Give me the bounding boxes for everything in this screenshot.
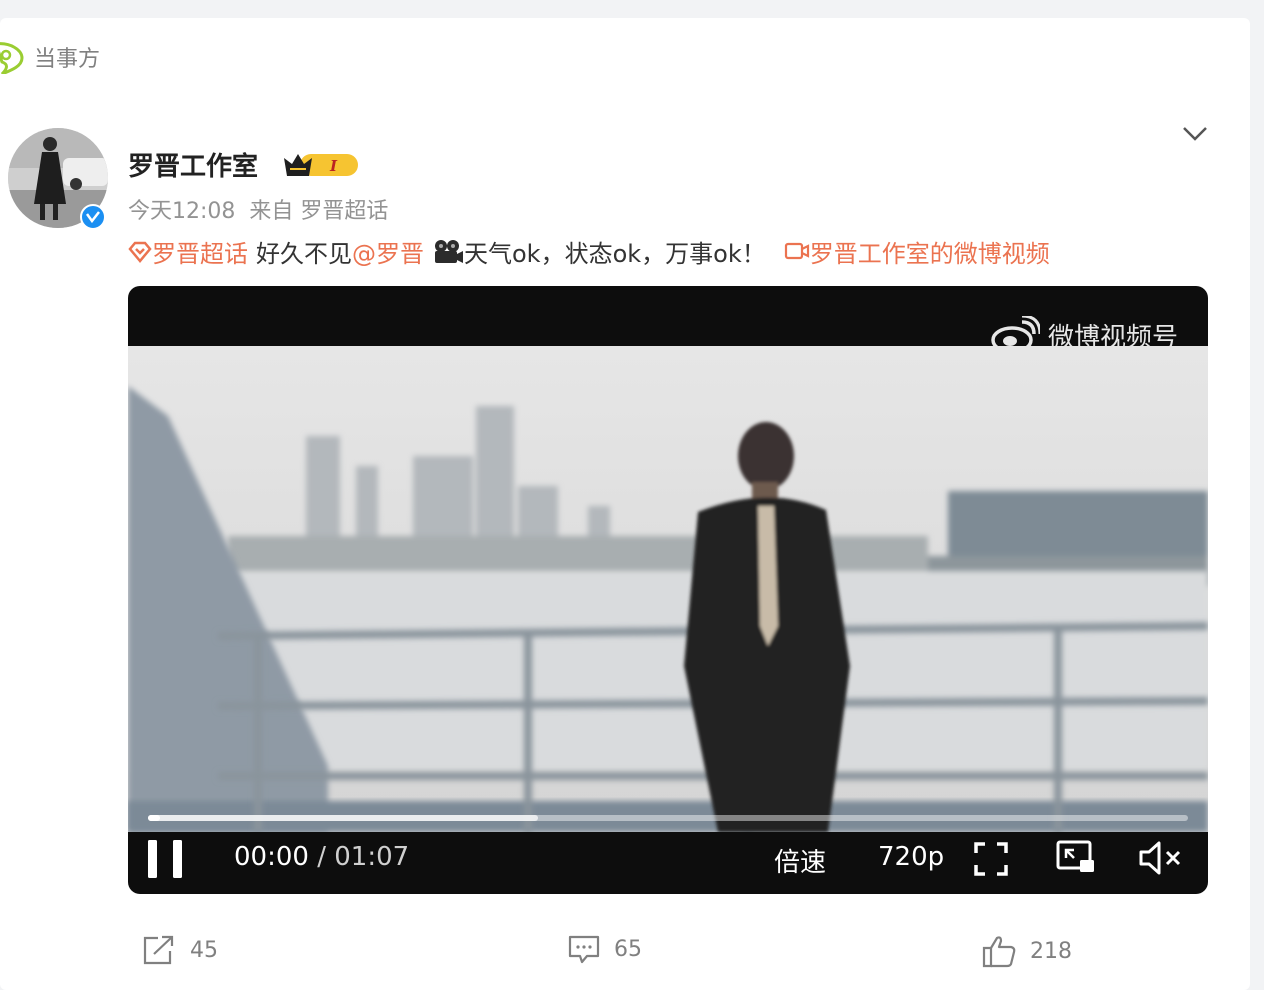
topic-tag-icon	[0, 42, 24, 74]
author-name[interactable]: 罗晋工作室	[128, 146, 258, 183]
duration: 01:07	[334, 842, 410, 872]
pause-icon[interactable]	[148, 840, 184, 878]
progress-bar[interactable]	[148, 815, 1188, 821]
like-count: 218	[1030, 938, 1072, 964]
watermark: 微博视频号	[990, 316, 1178, 354]
quality-button[interactable]: 720p	[878, 842, 944, 872]
post-text-2: 天气ok，状态ok，万事ok！	[464, 240, 766, 268]
crown-icon: I	[284, 154, 358, 176]
forward-button[interactable]: 45	[142, 934, 218, 966]
comment-count: 65	[614, 936, 642, 962]
mute-icon[interactable]	[1138, 840, 1182, 876]
forward-count: 45	[190, 937, 218, 963]
share-icon	[143, 935, 174, 965]
tag-label: 当事方	[34, 47, 101, 72]
speed-button[interactable]: 倍速	[774, 842, 826, 879]
mention-link[interactable]: @罗晋	[352, 234, 424, 269]
post-time[interactable]: 今天12:08	[128, 193, 235, 225]
progress-played	[148, 815, 160, 821]
video-link[interactable]: 罗晋工作室的微博视频	[810, 234, 1050, 269]
video-player[interactable]: 微博视频号 00:00 / 01:07 倍速 720p	[128, 286, 1208, 894]
vip-badge[interactable]: I	[282, 150, 360, 184]
super-topic-icon	[128, 241, 152, 263]
post-content: 罗晋超话 好久不见 @罗晋 天气ok，状态ok，万事ok！ 罗晋工作室的微博视频	[128, 234, 1050, 269]
weibo-logo-icon	[991, 316, 1040, 354]
fullscreen-icon[interactable]	[974, 842, 1008, 876]
chevron-down-icon[interactable]	[1180, 122, 1210, 146]
video-controls: 00:00 / 01:07 倍速 720p	[128, 832, 1208, 894]
super-topic-link[interactable]: 罗晋超话	[152, 234, 248, 269]
comment-icon	[568, 935, 600, 964]
verified-icon	[80, 204, 106, 230]
post-source[interactable]: 来自 罗晋超话	[249, 193, 388, 225]
post-tag[interactable]: 当事方	[0, 40, 100, 74]
thumbs-up-icon	[982, 936, 1016, 968]
like-button[interactable]: 218	[982, 934, 1072, 968]
picture-in-picture-icon[interactable]	[1056, 840, 1096, 876]
vip-level: I	[329, 157, 338, 175]
watermark-text: 微博视频号	[1047, 322, 1178, 353]
video-link-icon	[784, 242, 809, 259]
progress-buffer	[148, 815, 538, 821]
comment-button[interactable]: 65	[568, 934, 642, 964]
video-frame	[128, 346, 1208, 832]
time-display: 00:00 / 01:07	[234, 842, 410, 872]
movie-camera-emoji-icon	[435, 239, 463, 263]
post-meta: 今天12:08 来自 罗晋超话	[128, 193, 388, 225]
post-text: 好久不见	[256, 240, 352, 268]
current-time: 00:00	[234, 842, 309, 872]
